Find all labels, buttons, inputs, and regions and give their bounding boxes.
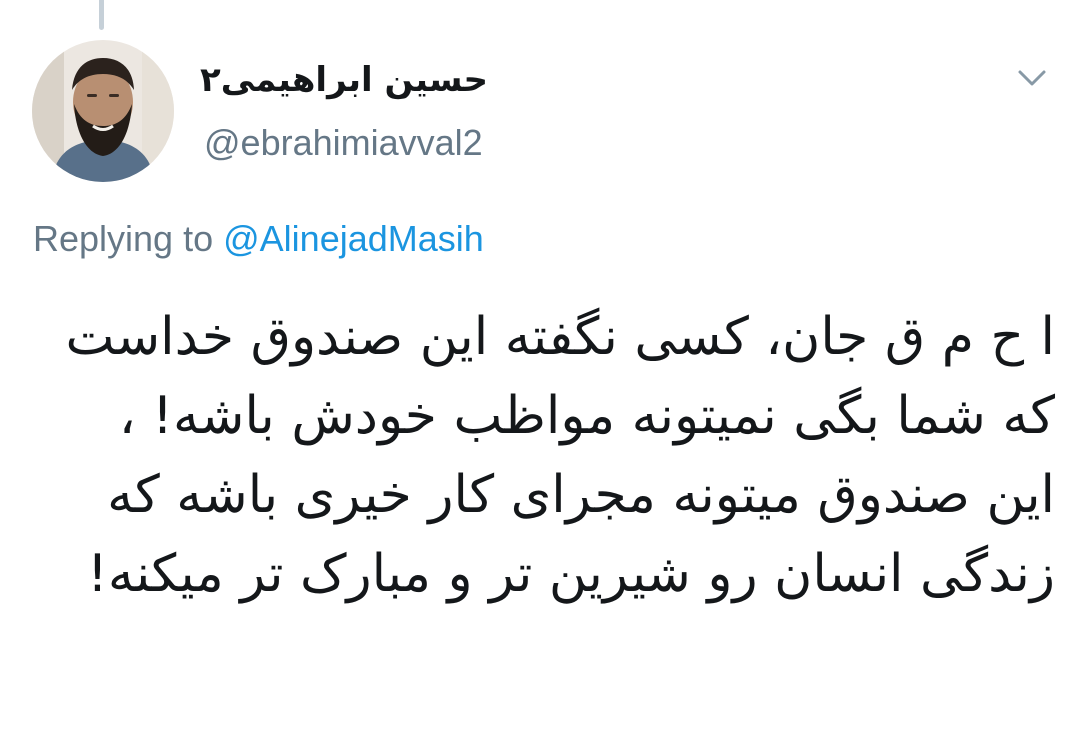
user-handle[interactable]: @ebrahimiavval2 <box>204 122 483 164</box>
replying-to-mention[interactable]: @AlinejadMasih <box>223 218 484 259</box>
display-name[interactable]: حسین ابراهیمی۲ <box>200 60 500 100</box>
replying-to-label: Replying to <box>33 218 214 259</box>
thread-connector-line <box>99 0 104 30</box>
tweet-text: ا ح م ق جان، کسی نگفته این صندوق خداست ک… <box>65 307 1055 604</box>
replying-to-line: Replying to @AlinejadMasih <box>33 218 484 260</box>
avatar-photo <box>32 40 174 182</box>
chevron-down-icon[interactable] <box>1012 60 1052 96</box>
avatar[interactable] <box>32 40 174 182</box>
